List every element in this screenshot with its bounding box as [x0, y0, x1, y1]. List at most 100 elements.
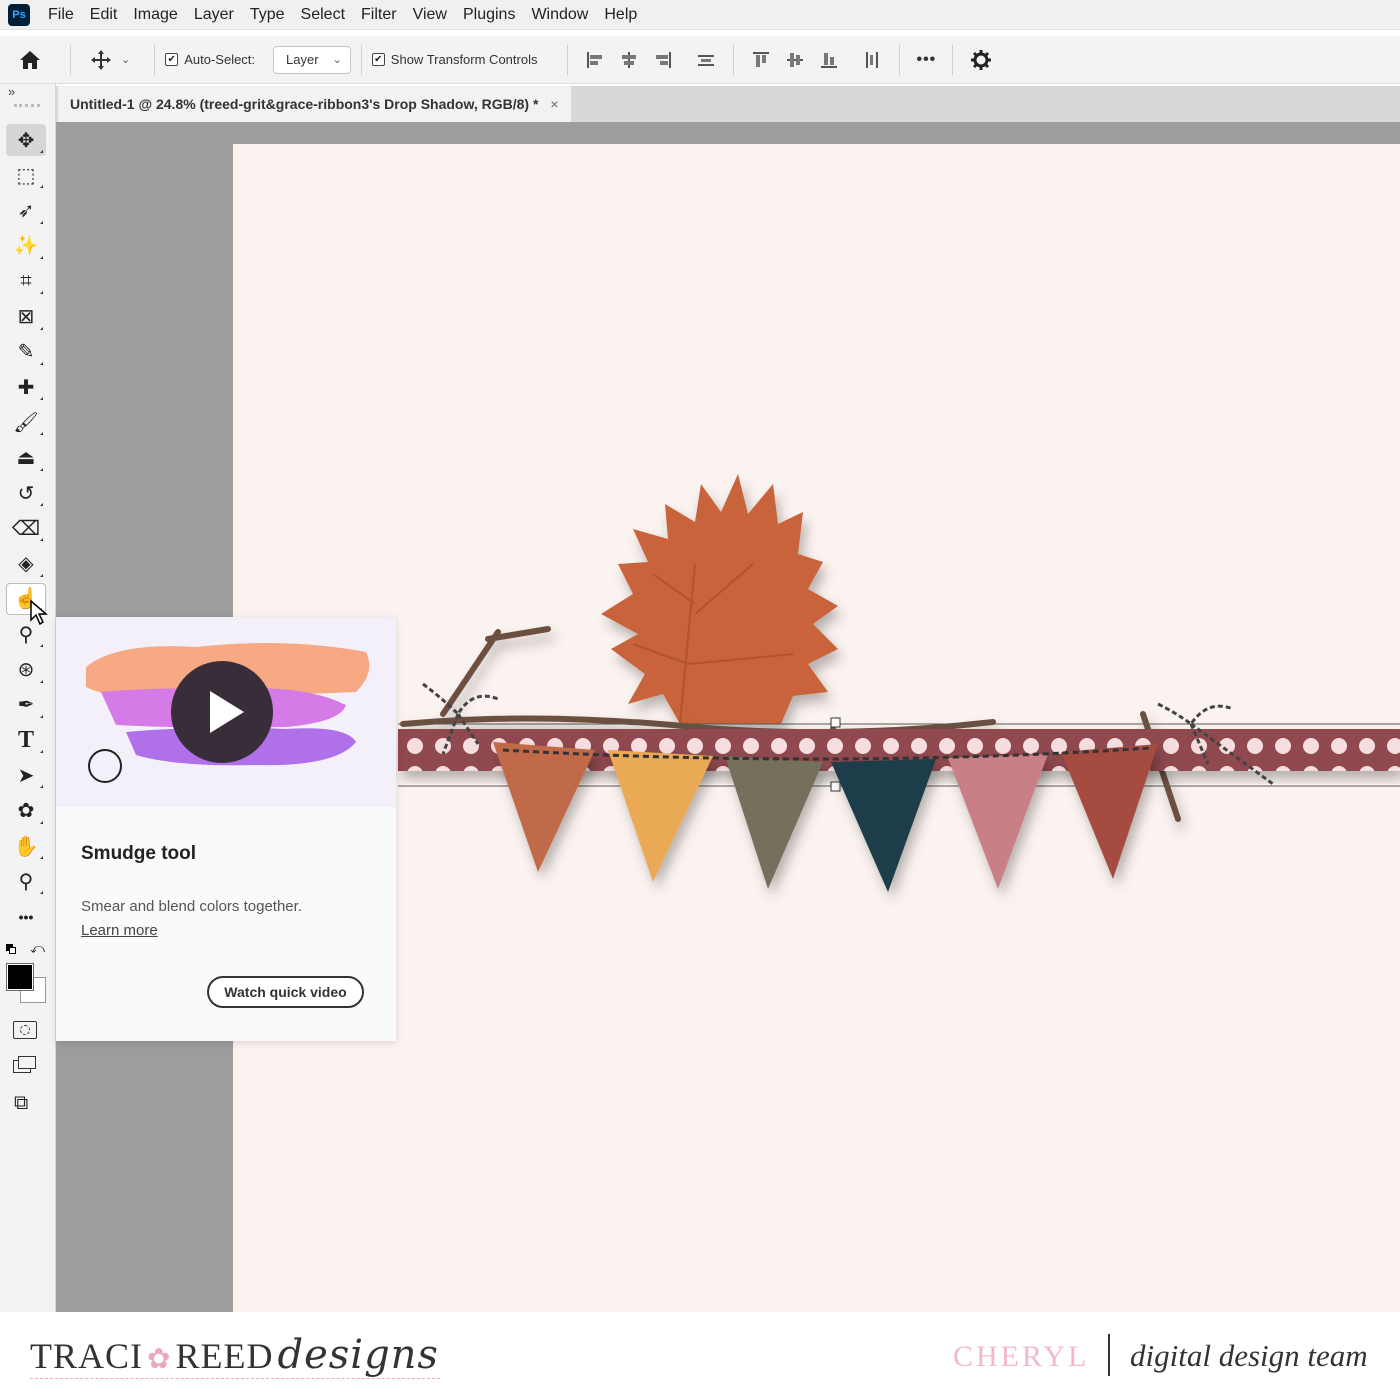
- eraser-icon[interactable]: ⌫: [6, 512, 46, 544]
- distribute-vertical-icon[interactable]: [862, 50, 882, 70]
- designer-name: CHERYL: [953, 1340, 1090, 1373]
- tool-tip-title: Smudge tool: [81, 843, 197, 864]
- type-icon[interactable]: T: [6, 724, 46, 756]
- screen-mode-icon[interactable]: [13, 1056, 37, 1074]
- canvas-artwork: [398, 474, 1400, 892]
- separator: [899, 44, 901, 75]
- paint-bucket-icon[interactable]: ◈: [6, 548, 46, 580]
- close-tab-icon[interactable]: ×: [550, 96, 558, 112]
- menu-bar: Ps File Edit Image Layer Type Select Fil…: [0, 0, 1400, 30]
- align-bottom-icon[interactable]: [819, 50, 839, 70]
- brush-cursor-icon: [88, 749, 122, 783]
- menu-type[interactable]: Type: [250, 6, 285, 24]
- menu-layer[interactable]: Layer: [194, 6, 234, 24]
- separator: [733, 44, 735, 75]
- show-transform-checkbox[interactable]: ✔: [371, 53, 385, 66]
- menu-image[interactable]: Image: [133, 6, 177, 24]
- document-tab-bar: Untitled-1 @ 24.8% (treed-grit&grace-rib…: [56, 86, 1400, 122]
- eyedropper-icon[interactable]: ✎: [6, 336, 46, 368]
- bunting-flag: [1061, 744, 1158, 879]
- brand-name-last: REED: [175, 1336, 274, 1376]
- tool-tip-description: Smear and blend colors together.: [81, 898, 302, 915]
- align-vertical-center-icon[interactable]: [785, 50, 805, 70]
- transform-handle-top[interactable]: [830, 717, 841, 728]
- menu-edit[interactable]: Edit: [90, 6, 118, 24]
- show-transform-label: Show Transform Controls: [390, 52, 538, 67]
- menu-filter[interactable]: Filter: [361, 6, 397, 24]
- bunting-flag: [831, 759, 936, 892]
- align-top-icon[interactable]: [751, 50, 771, 70]
- swap-colors-icon[interactable]: ⤺: [30, 940, 45, 957]
- options-bar: ⌄ ✔ Auto-Select: Layer ⌄ ✔ Show Transfor…: [0, 36, 1400, 84]
- footer-divider: [1108, 1334, 1110, 1376]
- panel-grip[interactable]: [14, 104, 40, 107]
- brand-underline: [30, 1378, 440, 1379]
- menu-file[interactable]: File: [48, 6, 74, 24]
- brand-name-first: TRACI: [30, 1336, 143, 1376]
- more-tools-icon[interactable]: •••: [6, 901, 46, 933]
- magic-wand-icon[interactable]: ✨: [6, 230, 46, 262]
- more-options-icon[interactable]: •••: [916, 51, 936, 69]
- brand-logo: TRACI ✿ REED designs: [30, 1332, 439, 1378]
- align-horizontal-center-icon[interactable]: [619, 50, 639, 70]
- content-aware-icon[interactable]: ⊛: [6, 654, 46, 686]
- move-tool-icon[interactable]: ✥: [6, 124, 46, 156]
- tools-panel: » ✥ ⬚ ➶ ✨ ⌗ ⊠ ✎ ✚ 🖌 ⏏ ↺ ⌫ ◈ ☝ ⚲ ⊛ ✒ T ➤ ✿ ✋ ⚲ ••• ⤺ ⧉: [0, 84, 56, 1312]
- frame-icon[interactable]: ⊠: [6, 301, 46, 333]
- menu-select[interactable]: Select: [301, 6, 345, 24]
- team-label: digital design team: [1130, 1338, 1368, 1373]
- hand-icon[interactable]: ✋: [6, 830, 46, 862]
- separator: [70, 44, 71, 75]
- gear-icon[interactable]: [963, 49, 999, 71]
- branding-footer: TRACI ✿ REED designs CHERYL digital desi…: [0, 1312, 1400, 1400]
- photoshop-logo-icon: Ps: [8, 3, 30, 26]
- bunting-flag: [948, 754, 1048, 889]
- lasso-icon[interactable]: ➶: [6, 195, 46, 227]
- document-canvas[interactable]: [233, 144, 1400, 1312]
- spot-healing-icon[interactable]: ✚: [6, 371, 46, 403]
- crop-icon[interactable]: ⌗: [6, 265, 46, 297]
- maple-leaf-illustration: [601, 474, 838, 724]
- transform-handle-bottom[interactable]: [830, 781, 841, 792]
- quick-mask-icon[interactable]: [13, 1021, 37, 1039]
- separator: [360, 44, 362, 75]
- distribute-horizontal-icon[interactable]: [696, 50, 716, 70]
- menu-help[interactable]: Help: [604, 6, 637, 24]
- rectangular-marquee-icon[interactable]: ⬚: [6, 159, 46, 191]
- zoom-icon[interactable]: ⚲: [6, 865, 46, 897]
- auto-select-target-value: Layer: [286, 52, 319, 67]
- brush-icon[interactable]: 🖌: [6, 406, 46, 438]
- auto-select-checkbox[interactable]: ✔: [165, 53, 179, 66]
- auto-select-target-dropdown[interactable]: Layer ⌄: [273, 45, 351, 74]
- bunting-flag: [608, 750, 713, 882]
- align-right-icon[interactable]: [653, 50, 673, 70]
- menu-view[interactable]: View: [413, 6, 447, 24]
- history-brush-icon[interactable]: ↺: [6, 477, 46, 509]
- document-tab[interactable]: Untitled-1 @ 24.8% (treed-grit&grace-rib…: [58, 86, 571, 122]
- menu-plugins[interactable]: Plugins: [463, 6, 515, 24]
- separator: [154, 44, 156, 75]
- collapse-panel-icon[interactable]: »: [8, 84, 15, 99]
- align-left-icon[interactable]: [585, 50, 605, 70]
- clone-stamp-icon[interactable]: ⏏: [6, 442, 46, 474]
- separator: [952, 44, 954, 75]
- tool-tip-video-preview[interactable]: [56, 617, 396, 807]
- foreground-color-swatch[interactable]: [6, 963, 34, 991]
- chevron-down-icon[interactable]: ⌄: [121, 53, 130, 66]
- custom-shape-icon[interactable]: ✿: [6, 795, 46, 827]
- menu-window[interactable]: Window: [531, 6, 588, 24]
- learn-more-link[interactable]: Learn more: [81, 922, 158, 939]
- bunting-flag: [493, 742, 595, 872]
- watch-video-button[interactable]: Watch quick video: [207, 976, 364, 1008]
- pen-icon[interactable]: ✒: [6, 689, 46, 721]
- path-selection-icon[interactable]: ➤: [6, 759, 46, 791]
- move-tool-preset-icon[interactable]: [81, 49, 121, 71]
- separator: [567, 44, 569, 75]
- home-icon[interactable]: [0, 49, 60, 71]
- bunting-flag: [725, 756, 823, 889]
- flower-icon: ✿: [147, 1344, 172, 1375]
- default-colors-icon[interactable]: [6, 944, 16, 954]
- smudge-preview-illustration: [86, 643, 370, 783]
- chevron-down-icon: ⌄: [332, 54, 342, 66]
- generative-fill-icon[interactable]: ⧉: [14, 1092, 28, 1115]
